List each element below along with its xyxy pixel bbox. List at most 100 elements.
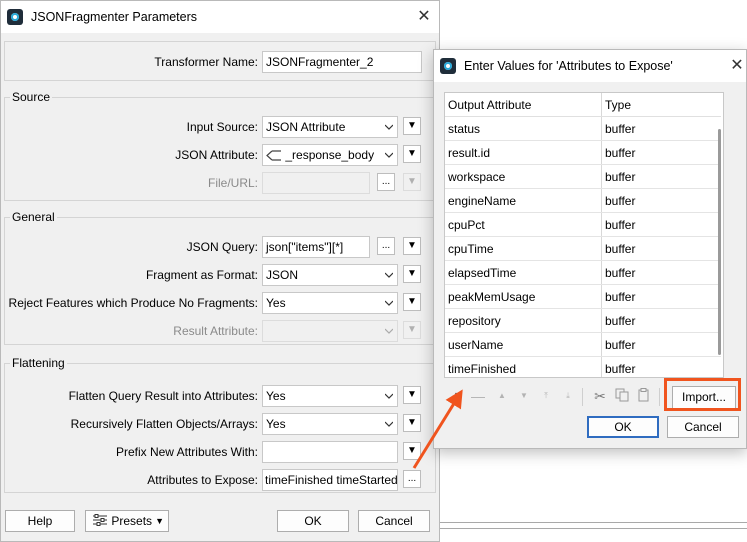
recursive-flatten-label: Recursively Flatten Objects/Arrays: xyxy=(70,417,258,431)
copy-icon[interactable] xyxy=(614,388,630,404)
output-attribute-cell[interactable]: repository xyxy=(448,314,501,328)
output-attribute-cell[interactable]: userName xyxy=(448,338,503,352)
dialog-cancel-button[interactable]: Cancel xyxy=(667,416,739,438)
help-button[interactable]: Help xyxy=(5,510,75,532)
json-query-browse-button[interactable]: ... xyxy=(377,237,395,255)
transformer-name-label: Transformer Name: xyxy=(154,55,258,69)
table-row[interactable]: engineName buffer xyxy=(445,189,721,213)
fragment-format-label: Fragment as Format: xyxy=(145,268,258,282)
result-attribute-menu-button[interactable]: ▼ xyxy=(403,321,421,339)
type-cell[interactable]: buffer xyxy=(605,314,635,328)
result-attribute-select[interactable] xyxy=(262,320,398,342)
table-row[interactable]: result.id buffer xyxy=(445,141,721,165)
input-source-select[interactable]: JSON Attribute xyxy=(262,116,398,138)
dialog-title: Enter Values for 'Attributes to Expose' xyxy=(464,59,673,73)
attributes-to-expose-label: Attributes to Expose: xyxy=(147,473,258,487)
file-url-input[interactable] xyxy=(262,172,370,194)
vertical-scrollbar[interactable] xyxy=(718,129,721,355)
paste-icon[interactable] xyxy=(636,388,652,404)
attributes-to-expose-browse-button[interactable]: ... xyxy=(403,470,421,488)
output-attribute-cell[interactable]: timeFinished xyxy=(448,362,516,376)
move-to-bottom-icon[interactable]: ⤓ xyxy=(560,388,576,404)
input-source-menu-button[interactable]: ▼ xyxy=(403,117,421,135)
json-query-menu-button[interactable]: ▼ xyxy=(403,237,421,255)
type-cell[interactable]: buffer xyxy=(605,338,635,352)
prefix-label: Prefix New Attributes With: xyxy=(115,445,258,459)
result-attribute-label: Result Attribute: xyxy=(173,324,258,338)
reject-features-value: Yes xyxy=(266,296,286,310)
fragment-format-menu-button[interactable]: ▼ xyxy=(403,265,421,283)
type-cell[interactable]: buffer xyxy=(605,362,635,376)
move-down-icon[interactable]: ▼ xyxy=(516,388,532,404)
main-cancel-button[interactable]: Cancel xyxy=(358,510,430,532)
type-cell[interactable]: buffer xyxy=(605,290,635,304)
json-attribute-select[interactable]: _response_body xyxy=(262,144,398,166)
output-attribute-cell[interactable]: result.id xyxy=(448,146,490,160)
add-row-icon[interactable]: + xyxy=(448,388,464,404)
sliders-icon xyxy=(93,514,107,526)
type-cell[interactable]: buffer xyxy=(605,218,635,232)
input-source-label: Input Source: xyxy=(186,120,258,134)
table-row[interactable]: timeFinished buffer xyxy=(445,357,721,377)
general-group: General JSON Query: json["items"][*] ...… xyxy=(4,210,436,345)
presets-button[interactable]: Presets ▼ xyxy=(85,510,169,532)
remove-row-icon[interactable]: — xyxy=(470,388,486,404)
reject-features-menu-button[interactable]: ▼ xyxy=(403,293,421,311)
table-row[interactable]: peakMemUsage buffer xyxy=(445,285,721,309)
dialog-ok-button[interactable]: OK xyxy=(587,416,659,438)
type-cell[interactable]: buffer xyxy=(605,170,635,184)
json-query-label: JSON Query: xyxy=(186,240,258,254)
toolbar-separator xyxy=(582,388,583,406)
output-attribute-cell[interactable]: peakMemUsage xyxy=(448,290,535,304)
recursive-flatten-select[interactable]: Yes xyxy=(262,413,398,435)
app-icon xyxy=(440,58,456,74)
flatten-query-menu-button[interactable]: ▼ xyxy=(403,386,421,404)
table-row[interactable]: elapsedTime buffer xyxy=(445,261,721,285)
table-row[interactable]: cpuTime buffer xyxy=(445,237,721,261)
flatten-query-value: Yes xyxy=(266,389,286,403)
jsonfragmenter-parameters-window: JSONFragmenter Parameters ✕ Transformer … xyxy=(0,0,440,542)
main-close-icon[interactable]: ✕ xyxy=(413,7,435,27)
transformer-name-group: Transformer Name: JSONFragmenter_2 xyxy=(4,41,436,81)
attributes-to-expose-input[interactable]: timeFinished timeStarted xyxy=(262,469,398,491)
type-cell[interactable]: buffer xyxy=(605,194,635,208)
recursive-flatten-menu-button[interactable]: ▼ xyxy=(403,414,421,432)
output-attribute-cell[interactable]: status xyxy=(448,122,480,136)
output-attribute-cell[interactable]: elapsedTime xyxy=(448,266,516,280)
flatten-query-select[interactable]: Yes xyxy=(262,385,398,407)
fragment-format-select[interactable]: JSON xyxy=(262,264,398,286)
dialog-close-icon[interactable]: ✕ xyxy=(726,56,747,76)
type-cell[interactable]: buffer xyxy=(605,122,635,136)
table-row[interactable]: userName buffer xyxy=(445,333,721,357)
main-window-title: JSONFragmenter Parameters xyxy=(31,10,198,24)
table-row[interactable]: status buffer xyxy=(445,117,721,141)
output-attribute-cell[interactable]: cpuPct xyxy=(448,218,485,232)
type-cell[interactable]: buffer xyxy=(605,266,635,280)
transformer-name-input[interactable]: JSONFragmenter_2 xyxy=(262,51,422,73)
import-button[interactable]: Import... xyxy=(672,386,736,410)
output-attribute-cell[interactable]: engineName xyxy=(448,194,516,208)
reject-features-label: Reject Features which Produce No Fragmen… xyxy=(8,296,258,310)
source-group: Source Input Source: JSON Attribute ▼ JS… xyxy=(4,90,436,201)
reject-features-select[interactable]: Yes xyxy=(262,292,398,314)
move-to-top-icon[interactable]: ⤒ xyxy=(538,388,554,404)
main-ok-button[interactable]: OK xyxy=(277,510,349,532)
file-url-browse-button[interactable]: ... xyxy=(377,173,395,191)
output-attribute-cell[interactable]: workspace xyxy=(448,170,505,184)
table-row[interactable]: cpuPct buffer xyxy=(445,213,721,237)
json-attribute-menu-button[interactable]: ▼ xyxy=(403,145,421,163)
table-row[interactable]: workspace buffer xyxy=(445,165,721,189)
prefix-menu-button[interactable]: ▼ xyxy=(403,442,421,460)
json-query-input[interactable]: json["items"][*] xyxy=(262,236,370,258)
type-cell[interactable]: buffer xyxy=(605,242,635,256)
table-row[interactable]: repository buffer xyxy=(445,309,721,333)
prefix-input[interactable] xyxy=(262,441,398,463)
file-url-menu-button[interactable]: ▼ xyxy=(403,173,421,191)
output-attribute-cell[interactable]: cpuTime xyxy=(448,242,494,256)
json-attribute-label: JSON Attribute: xyxy=(175,148,258,162)
attributes-table: Output Attribute Type status buffer result… xyxy=(444,92,724,378)
cut-icon[interactable]: ✂ xyxy=(592,388,608,404)
move-up-icon[interactable]: ▲ xyxy=(494,388,510,404)
flatten-query-label: Flatten Query Result into Attributes: xyxy=(68,389,258,403)
type-cell[interactable]: buffer xyxy=(605,146,635,160)
